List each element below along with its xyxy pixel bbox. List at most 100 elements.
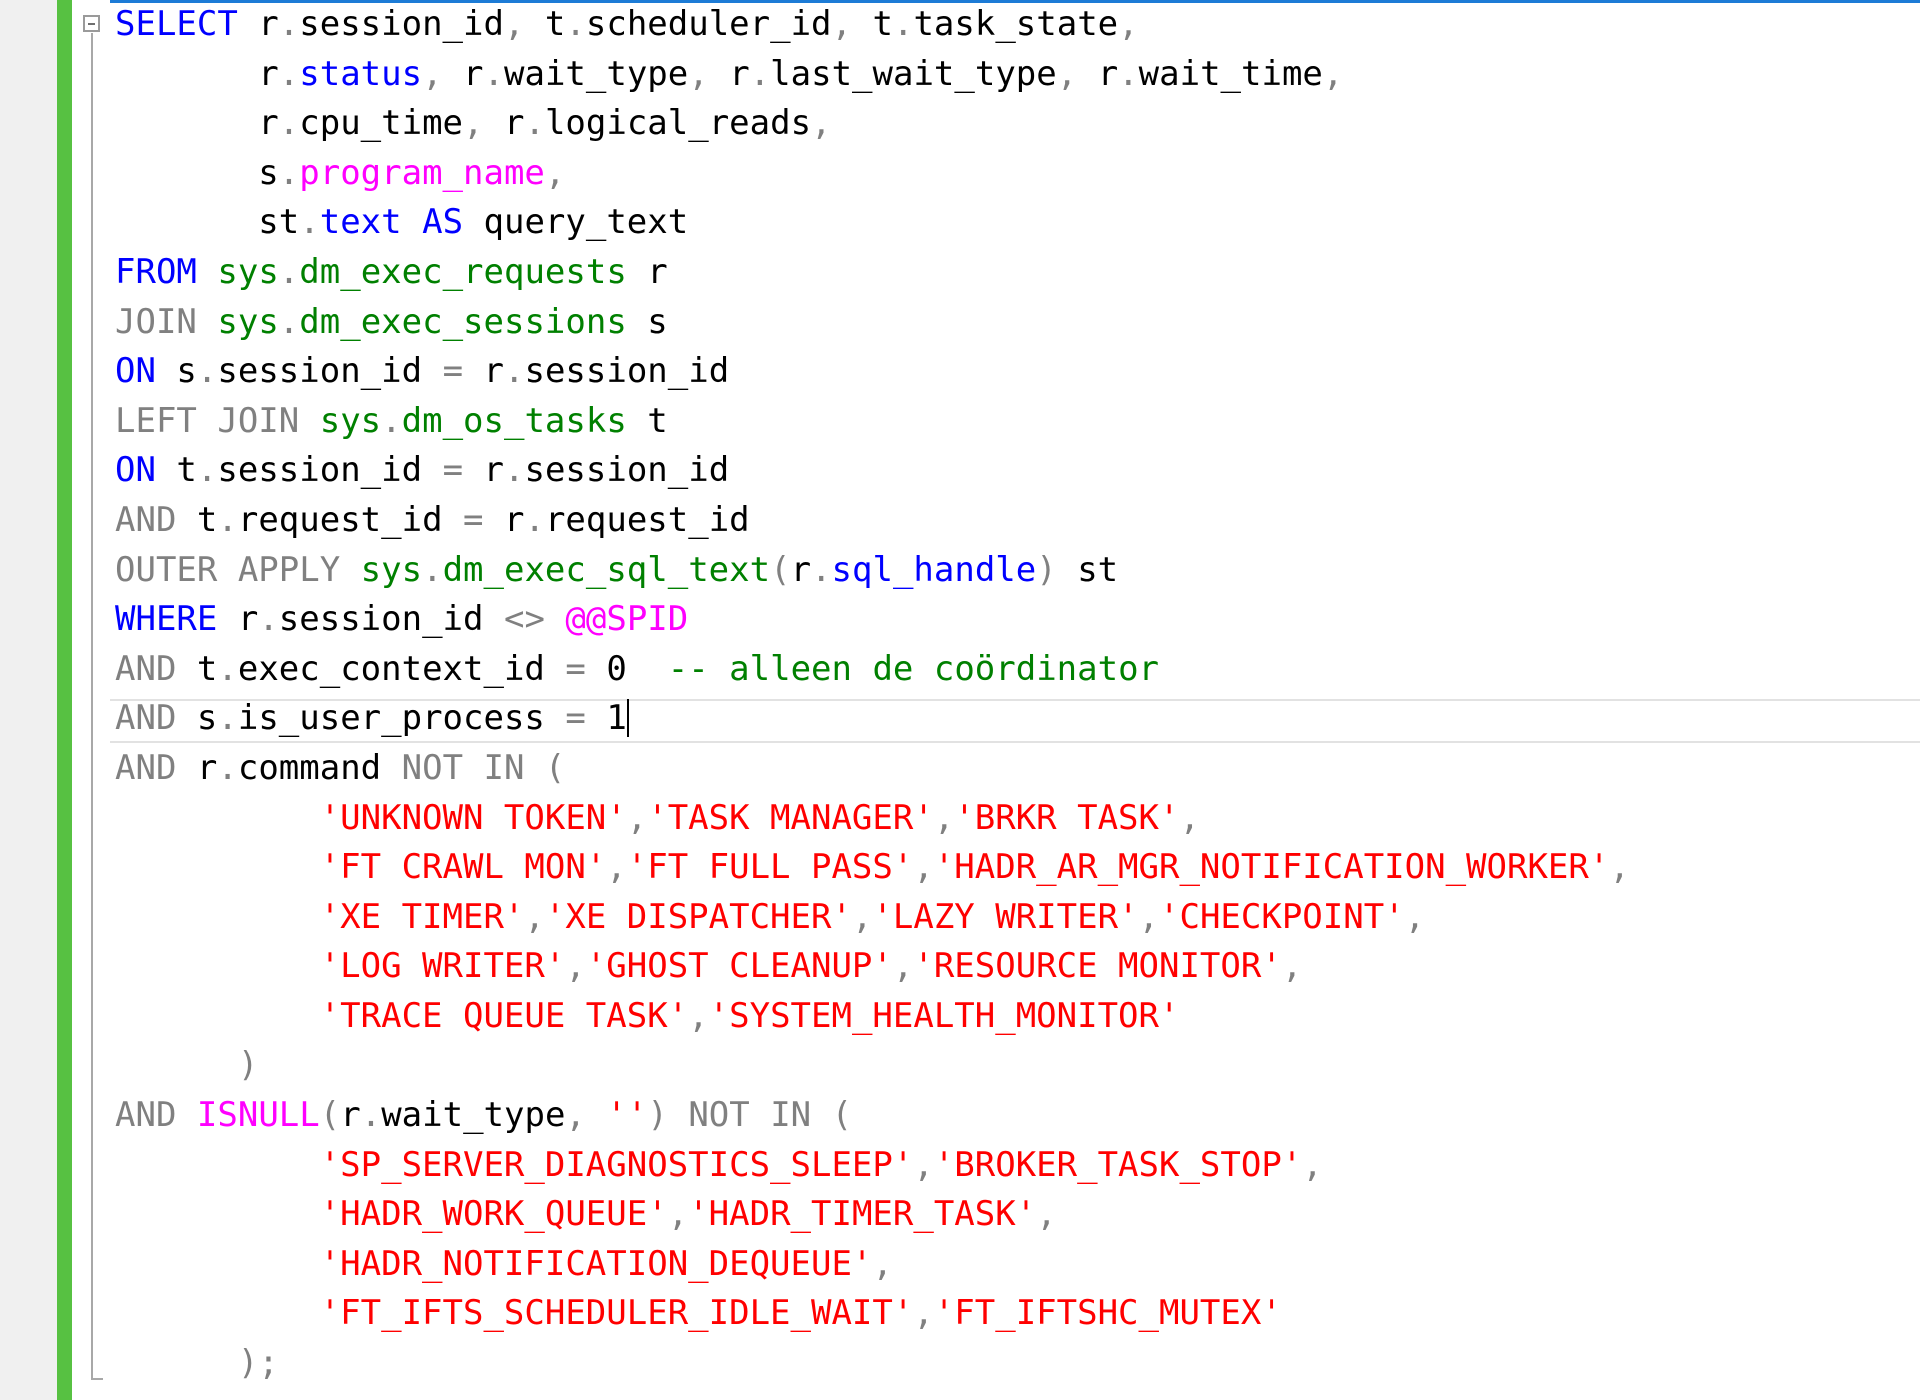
code-token: .: [892, 4, 914, 44]
code-line[interactable]: 'UNKNOWN TOKEN','TASK MANAGER','BRKR TAS…: [115, 794, 1915, 844]
code-line[interactable]: ): [115, 1041, 1915, 1091]
code-line[interactable]: 'HADR_WORK_QUEUE','HADR_TIMER_TASK',: [115, 1190, 1915, 1240]
code-line[interactable]: OUTER APPLY sys.dm_exec_sql_text(r.sql_h…: [115, 546, 1915, 596]
code-token: AND: [115, 1095, 177, 1136]
code-line[interactable]: WHERE r.session_id <> @@SPID: [115, 595, 1915, 645]
code-token: t: [852, 4, 893, 44]
code-token: .: [360, 1095, 382, 1136]
code-token: cpu_time: [299, 103, 464, 144]
selection-margin[interactable]: [0, 0, 57, 1400]
code-token: st: [115, 202, 300, 243]
code-token: 'BRKR TASK': [954, 797, 1180, 838]
outlining-guide-line: [91, 33, 93, 1378]
code-token: r: [340, 1095, 361, 1136]
code-token: 'LOG WRITER': [319, 946, 566, 987]
sql-query-editor[interactable]: SELECT r.session_id, t.scheduler_id, t.t…: [0, 0, 1920, 1400]
code-token: .: [483, 53, 504, 94]
code-token: .: [299, 202, 320, 243]
code-line[interactable]: AND s.is_user_process = 1: [115, 694, 1915, 744]
code-token: sys: [360, 549, 423, 590]
code-token: exec_context_id: [237, 648, 566, 689]
code-token: ,: [1138, 896, 1160, 937]
code-token: FROM: [115, 251, 197, 292]
code-token: .: [278, 152, 300, 193]
code-token: ,: [831, 4, 853, 44]
code-token: =: [565, 698, 586, 739]
code-line[interactable]: r.cpu_time, r.logical_reads,: [115, 99, 1915, 149]
code-line[interactable]: AND r.command NOT IN (: [115, 744, 1915, 794]
code-line[interactable]: 'HADR_NOTIFICATION_DEQUEUE',: [115, 1240, 1915, 1290]
code-token: .: [196, 351, 218, 392]
code-token: command: [237, 747, 402, 788]
code-token: <>: [503, 599, 545, 640]
code-token: .: [278, 103, 300, 144]
code-token: .: [278, 53, 300, 94]
code-token: ,: [565, 946, 586, 987]
code-token: AND: [115, 747, 177, 788]
code-token: s: [626, 301, 668, 342]
code-line[interactable]: r.status, r.wait_type, r.last_wait_type,…: [115, 50, 1915, 100]
change-tracking-bar: [57, 0, 72, 1400]
code-token: .: [196, 450, 218, 491]
collapse-region-icon[interactable]: [83, 15, 100, 32]
code-line[interactable]: );: [115, 1339, 1915, 1389]
code-text-area[interactable]: SELECT r.session_id, t.scheduler_id, t.t…: [115, 0, 1915, 1389]
code-token: .: [504, 351, 525, 392]
code-token: ,: [626, 797, 648, 838]
code-token: .: [217, 499, 238, 540]
code-line[interactable]: 'LOG WRITER','GHOST CLEANUP','RESOURCE M…: [115, 942, 1915, 992]
code-line[interactable]: ON s.session_id = r.session_id: [115, 347, 1915, 397]
code-token: 'RESOURCE MONITOR': [913, 946, 1282, 987]
code-line[interactable]: FROM sys.dm_exec_requests r: [115, 248, 1915, 298]
code-line[interactable]: AND ISNULL(r.wait_type, '') NOT IN (: [115, 1091, 1915, 1141]
code-token: ,: [1404, 896, 1426, 937]
code-token: 'XE DISPATCHER': [544, 896, 852, 937]
code-token: ,: [606, 847, 627, 888]
code-token: (: [319, 1095, 341, 1136]
code-token: ): [647, 1095, 668, 1136]
code-token: t: [155, 450, 197, 491]
code-line[interactable]: JOIN sys.dm_exec_sessions s: [115, 298, 1915, 348]
code-token: LEFT JOIN: [115, 400, 300, 441]
code-line[interactable]: AND t.exec_context_id = 0 -- alleen de c…: [115, 645, 1915, 695]
code-line[interactable]: s.program_name,: [115, 149, 1915, 199]
code-token: ON: [115, 450, 156, 491]
code-token: JOIN: [115, 301, 197, 342]
code-token: .: [504, 450, 525, 491]
code-token: ISNULL: [196, 1095, 320, 1136]
code-line[interactable]: 'TRACE QUEUE TASK','SYSTEM_HEALTH_MONITO…: [115, 992, 1915, 1042]
code-token: ,: [1036, 1194, 1057, 1235]
code-token: task_state: [913, 4, 1119, 44]
code-line[interactable]: ON t.session_id = r.session_id: [115, 446, 1915, 496]
code-token: session_id: [299, 4, 504, 44]
code-token: ,: [688, 995, 709, 1036]
code-line[interactable]: 'FT CRAWL MON','FT FULL PASS','HADR_AR_M…: [115, 843, 1915, 893]
code-line[interactable]: 'XE TIMER','XE DISPATCHER','LAZY WRITER'…: [115, 893, 1915, 943]
code-line[interactable]: SELECT r.session_id, t.scheduler_id, t.t…: [115, 0, 1915, 50]
code-token: SELECT: [115, 4, 238, 44]
code-token: ,: [872, 1243, 893, 1284]
code-token: r: [1077, 53, 1119, 94]
code-token: ,: [913, 1144, 934, 1185]
code-token: NOT IN (: [688, 1095, 853, 1136]
code-token: ,: [422, 53, 443, 94]
code-token: OUTER APPLY: [115, 549, 341, 590]
code-token: sys: [217, 301, 279, 342]
code-line[interactable]: 'FT_IFTS_SCHEDULER_IDLE_WAIT','FT_IFTSHC…: [115, 1289, 1915, 1339]
code-token: .: [217, 747, 238, 788]
code-line[interactable]: AND t.request_id = r.request_id: [115, 496, 1915, 546]
code-line[interactable]: LEFT JOIN sys.dm_os_tasks t: [115, 397, 1915, 447]
code-token: s: [155, 351, 197, 392]
code-token: status: [299, 53, 423, 94]
code-line[interactable]: st.text AS query_text: [115, 198, 1915, 248]
code-token: ,: [1322, 53, 1344, 94]
code-token: 'FT CRAWL MON': [319, 847, 607, 888]
code-token: ,: [913, 1293, 934, 1334]
code-token: session_id: [524, 351, 730, 392]
code-line[interactable]: 'SP_SERVER_DIAGNOSTICS_SLEEP','BROKER_TA…: [115, 1141, 1915, 1191]
code-token: ,: [688, 53, 709, 94]
code-token: 'XE TIMER': [319, 896, 525, 937]
code-token: ON: [115, 351, 156, 392]
